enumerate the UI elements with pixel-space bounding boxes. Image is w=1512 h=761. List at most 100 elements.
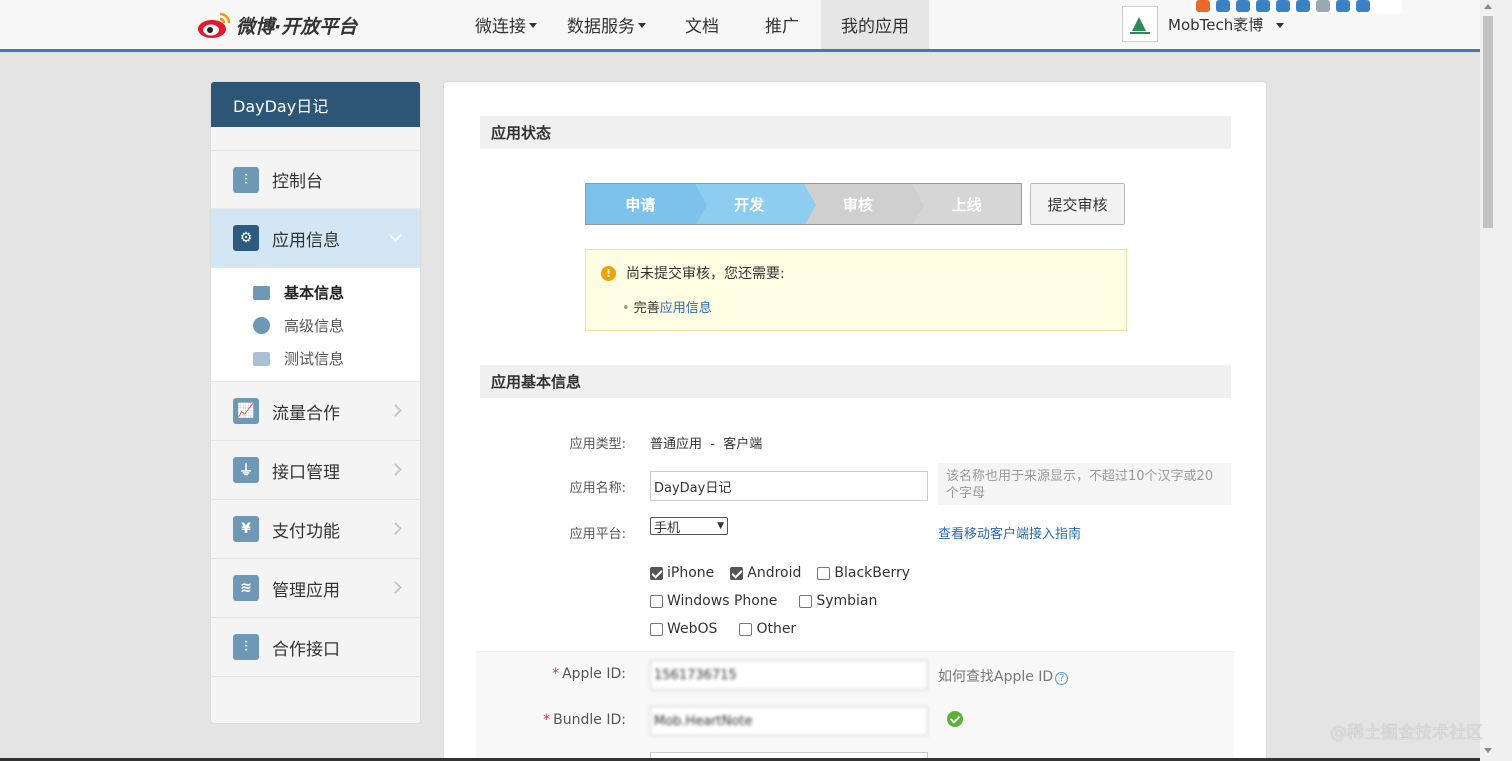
sidebar-item-api[interactable]: ⏚ 接口管理 <box>211 441 420 500</box>
mobile-guide-link[interactable]: 查看移动客户端接入指南 <box>938 523 1081 542</box>
checkbox-checked[interactable] <box>730 566 744 580</box>
extension-icon[interactable] <box>1336 0 1350 12</box>
extension-icon[interactable] <box>1276 0 1290 12</box>
scroll-up-arrow-icon[interactable] <box>1484 4 1492 9</box>
nav-label: 文档 <box>685 17 719 37</box>
weibo-logo[interactable]: 微博·开放平台 <box>196 8 357 42</box>
platform-select-value: 手机 <box>654 520 681 536</box>
bundle-id-input[interactable] <box>650 706 928 736</box>
chevron-right-icon <box>389 463 402 476</box>
sidebar-item-manage[interactable]: ≋ 管理应用 <box>211 559 420 618</box>
avatar <box>1122 6 1158 42</box>
nav-data-services[interactable]: 数据服务 <box>552 0 661 49</box>
sidebar-item-label: 流量合作 <box>272 403 340 424</box>
step-label: 上线 <box>951 195 982 214</box>
chart-icon: 📈 <box>233 398 259 424</box>
notice-title-text: 尚未提交审核，您还需要: <box>626 266 785 282</box>
id-icon <box>253 351 270 366</box>
app-name-label: 应用名称: <box>569 481 626 496</box>
extension-icon[interactable] <box>1356 0 1370 12</box>
notice-todo: • 完善应用信息 <box>622 297 712 316</box>
nav-promotion[interactable]: 推广 <box>743 0 821 49</box>
extension-icon[interactable] <box>1216 0 1230 12</box>
checkbox-android[interactable]: Android <box>730 565 801 581</box>
extension-icon[interactable] <box>1236 0 1250 12</box>
sidebar-subitem-advanced-info[interactable]: 高级信息 <box>211 309 420 342</box>
nav-docs[interactable]: 文档 <box>661 0 743 49</box>
sidebar-subitem-basic-info[interactable]: 基本信息 <box>211 276 420 309</box>
bullet-icon: • <box>622 301 630 316</box>
subitem-label: 高级信息 <box>284 317 345 335</box>
section-title-basic: 应用基本信息 <box>480 365 1231 398</box>
chevron-down-icon <box>389 229 402 242</box>
nav-weilianjie[interactable]: 微连接 <box>460 0 552 49</box>
extension-icon[interactable] <box>1296 0 1310 12</box>
chevron-right-icon <box>389 404 402 417</box>
checkbox-checked[interactable] <box>650 566 663 580</box>
platform-checkbox-row: WebOS Other <box>650 621 812 637</box>
step-online: 上线 <box>912 184 1021 224</box>
checkbox-unchecked[interactable] <box>650 622 663 636</box>
scroll-thumb[interactable] <box>1483 16 1493 228</box>
sidebar-item-console[interactable]: ⫶ 控制台 <box>211 150 420 209</box>
checkbox-iphone[interactable]: iPhone <box>650 565 714 581</box>
extension-icon[interactable] <box>1256 0 1270 12</box>
sidebar-item-partner-api[interactable]: ⫶ 合作接口 <box>211 618 420 677</box>
checkbox-symbian[interactable]: Symbian <box>799 593 877 609</box>
checkbox-unchecked[interactable] <box>650 594 663 608</box>
checkbox-webos[interactable]: WebOS <box>650 621 717 637</box>
apple-id-help-text: 如何查找Apple ID <box>938 669 1054 685</box>
sidebar-item-payment[interactable]: ¥ 支付功能 <box>211 500 420 559</box>
bundle-id-label-text: Bundle ID: <box>553 712 626 728</box>
platform-checkbox-row: iPhone Android BlackBerry <box>650 565 926 581</box>
step-label: 开发 <box>734 195 765 214</box>
checkbox-windows-phone[interactable]: Windows Phone <box>650 593 777 609</box>
required-mark: * <box>543 712 551 728</box>
sidebar-item-traffic[interactable]: 📈 流量合作 <box>211 382 420 441</box>
notice-title: ! 尚未提交审核，您还需要: <box>601 263 785 283</box>
extension-icon[interactable] <box>1316 0 1330 12</box>
question-icon[interactable]: ? <box>1055 672 1069 685</box>
checkbox-unchecked[interactable] <box>817 566 831 580</box>
step-develop: 开发 <box>694 184 816 224</box>
extension-icon[interactable] <box>1196 0 1210 12</box>
status-steps: 申请 开发 审核 上线 <box>585 183 1022 225</box>
sidebar-item-label: 接口管理 <box>272 462 340 483</box>
nav-my-apps[interactable]: 我的应用 <box>821 0 929 49</box>
sidebar-item-label: 控制台 <box>272 172 323 192</box>
submit-review-button[interactable]: 提交审核 <box>1030 183 1125 225</box>
checkbox-unchecked[interactable] <box>739 622 753 636</box>
gear-icon: ⚙ <box>233 225 259 251</box>
notice-app-info-link[interactable]: 应用信息 <box>660 301 712 316</box>
scroll-down-arrow-icon[interactable] <box>1484 748 1492 753</box>
platform-select[interactable]: 手机 ▼ <box>650 517 728 536</box>
sidebar-item-app-info[interactable]: ⚙ 应用信息 <box>211 209 420 268</box>
step-label: 审核 <box>842 195 873 214</box>
apple-id-help[interactable]: 如何查找Apple ID? <box>938 666 1069 686</box>
sidebar-item-label: 应用信息 <box>272 230 340 251</box>
app-name-input[interactable] <box>650 471 928 501</box>
main-nav: 微连接 数据服务 文档 推广 我的应用 <box>460 0 929 49</box>
sidebar-item-label: 管理应用 <box>272 580 340 601</box>
checkbox-other[interactable]: Other <box>739 621 796 637</box>
step-arrow <box>803 184 816 224</box>
notice-prefix: 完善 <box>633 301 660 316</box>
apple-id-input[interactable] <box>650 660 928 690</box>
nav-label: 数据服务 <box>567 17 635 37</box>
sidebar-submenu: 基本信息 高级信息 测试信息 <box>211 268 420 382</box>
caret-down-icon <box>638 23 646 28</box>
chevron-right-icon <box>389 581 402 594</box>
browser-extension-bar <box>1192 0 1402 14</box>
sidebar-subitem-test-info[interactable]: 测试信息 <box>211 342 420 375</box>
step-apply: 申请 <box>586 184 707 224</box>
checkbox-label: Windows Phone <box>667 593 778 609</box>
yen-icon: ¥ <box>233 516 259 542</box>
chevron-right-icon <box>389 522 402 535</box>
checkbox-label: Other <box>756 621 797 637</box>
checkbox-label: iPhone <box>667 565 715 581</box>
app-name-hint: 该名称也用于来源显示，不超过10个汉字或20个字母 <box>938 463 1231 505</box>
checkbox-unchecked[interactable] <box>799 594 813 608</box>
sliders-icon: ⫶ <box>233 166 259 193</box>
checkbox-blackberry[interactable]: BlackBerry <box>817 565 910 581</box>
step-review: 审核 <box>803 184 925 224</box>
